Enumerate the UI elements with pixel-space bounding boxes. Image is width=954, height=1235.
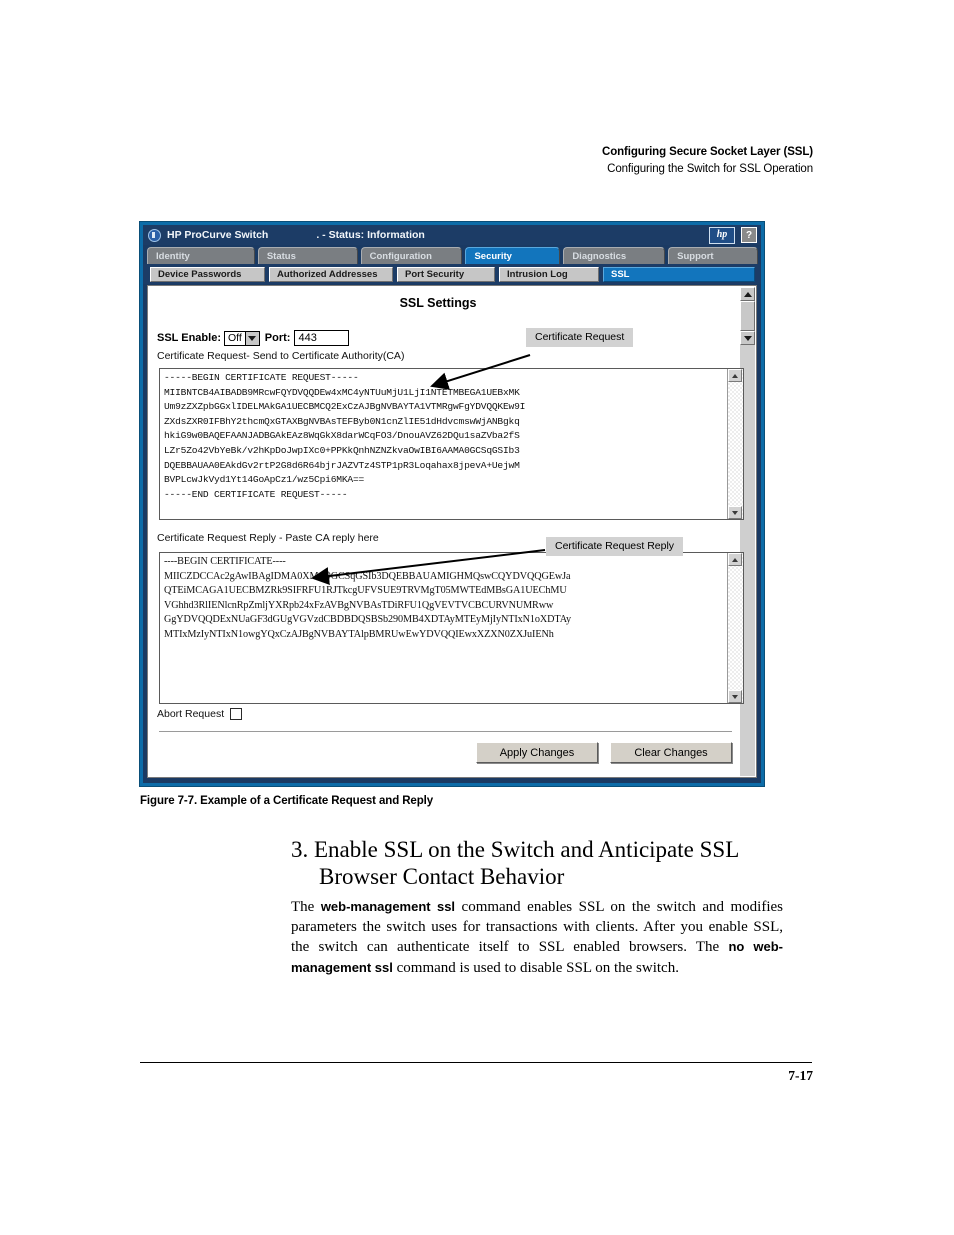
para-text-3: command is used to disable SSL on the sw… (392, 959, 679, 976)
subtab-port-security[interactable]: Port Security (397, 266, 495, 282)
section-heading: 3. Enable SSL on the Switch and Anticipa… (291, 836, 781, 890)
scroll-thumb[interactable] (740, 301, 755, 331)
window-inner: HP ProCurve Switch . - Status: Informati… (143, 225, 761, 783)
window-titlebar: HP ProCurve Switch . - Status: Informati… (143, 225, 761, 245)
running-head-line1: Configuring Secure Socket Layer (SSL) (601, 146, 813, 158)
section-heading-line1: 3. Enable SSL on the Switch and Anticipa… (291, 837, 740, 862)
section-heading-line2: Browser Contact Behavior (319, 864, 565, 889)
scroll-down-icon[interactable] (740, 331, 755, 345)
figure-caption: Figure 7-7. Example of a Certificate Req… (140, 795, 434, 807)
certificate-reply-text: ----BEGIN CERTIFICATE---- MIICZDCCAc2gAw… (164, 556, 572, 640)
tab-status[interactable]: Status (257, 247, 358, 264)
subtab-intrusion-log[interactable]: Intrusion Log (499, 266, 599, 282)
tab-identity[interactable]: Identity (147, 247, 255, 264)
tab-diagnostics[interactable]: Diagnostics (563, 247, 666, 264)
subtab-authorized-addresses[interactable]: Authorized Addresses (269, 266, 393, 282)
callout-certificate-request-reply: Certificate Request Reply (546, 537, 684, 556)
scroll-down-icon[interactable] (728, 690, 742, 703)
window-status-text: . - Status: Information (316, 229, 425, 241)
callout-certificate-request: Certificate Request (526, 328, 634, 347)
sub-tab-row: Device Passwords Authorized Addresses Po… (143, 264, 761, 284)
subtab-device-passwords[interactable]: Device Passwords (150, 266, 265, 282)
abort-request-row: Abort Request (157, 708, 243, 720)
tab-security[interactable]: Security (465, 247, 561, 264)
scroll-down-icon[interactable] (728, 506, 742, 519)
ssl-enable-select[interactable]: Off (223, 330, 260, 346)
abort-request-label: Abort Request (157, 708, 225, 720)
switch-web-ui-screenshot: HP ProCurve Switch . - Status: Informati… (139, 221, 765, 787)
certificate-request-scrollbar[interactable] (727, 369, 743, 519)
running-head-line2: Configuring the Switch for SSL Operation (607, 163, 813, 175)
footer-rule (140, 1062, 812, 1063)
info-icon (148, 228, 161, 242)
scroll-up-icon[interactable] (728, 553, 742, 566)
port-label: Port: (264, 332, 291, 344)
ssl-enable-row: SSL Enable: Off Port: 443 (157, 330, 350, 346)
divider (159, 731, 732, 732)
clear-changes-button[interactable]: Clear Changes (610, 742, 732, 763)
ssl-settings-panel: SSL Settings SSL Enable: Off Port: 443 C… (147, 285, 757, 778)
port-input[interactable]: 443 (294, 330, 350, 346)
certificate-reply-scrollbar[interactable] (727, 553, 743, 703)
page-title: SSL Settings (399, 296, 477, 310)
help-icon[interactable]: ? (741, 227, 757, 243)
scroll-up-icon[interactable] (740, 287, 755, 301)
apply-changes-button[interactable]: Apply Changes (476, 742, 598, 763)
command-web-management-ssl: web-management ssl (320, 899, 456, 914)
button-row: Apply Changes Clear Changes (464, 742, 732, 763)
certificate-reply-label: Certificate Request Reply - Paste CA rep… (157, 532, 379, 544)
hp-logo-text: hp (716, 229, 728, 240)
certificate-request-label: Certificate Request- Send to Certificate… (157, 350, 405, 362)
body-paragraph: The web-management ssl command enables S… (291, 897, 783, 978)
abort-request-checkbox[interactable] (230, 708, 243, 720)
scroll-up-icon[interactable] (728, 369, 742, 382)
certificate-request-textarea[interactable]: -----BEGIN CERTIFICATE REQUEST----- MIIB… (159, 368, 744, 520)
window-title: HP ProCurve Switch (167, 229, 269, 241)
certificate-reply-textarea[interactable]: ----BEGIN CERTIFICATE---- MIICZDCCAc2gAw… (159, 552, 744, 704)
para-text-1: The (291, 899, 321, 915)
subtab-ssl[interactable]: SSL (603, 266, 755, 282)
running-head: Configuring Secure Socket Layer (SSL) Co… (602, 144, 813, 178)
main-tab-row: Identity Status Configuration Security D… (143, 245, 761, 264)
ssl-enable-value: Off (227, 332, 242, 344)
certificate-request-text: -----BEGIN CERTIFICATE REQUEST----- MIIB… (164, 372, 526, 500)
ssl-enable-label: SSL Enable: (157, 332, 221, 344)
page-number: 7-17 (788, 1068, 813, 1083)
tab-support[interactable]: Support (668, 247, 758, 264)
tab-configuration[interactable]: Configuration (360, 247, 463, 264)
hp-logo-icon: hp (709, 226, 735, 244)
chevron-down-icon[interactable] (244, 331, 259, 345)
